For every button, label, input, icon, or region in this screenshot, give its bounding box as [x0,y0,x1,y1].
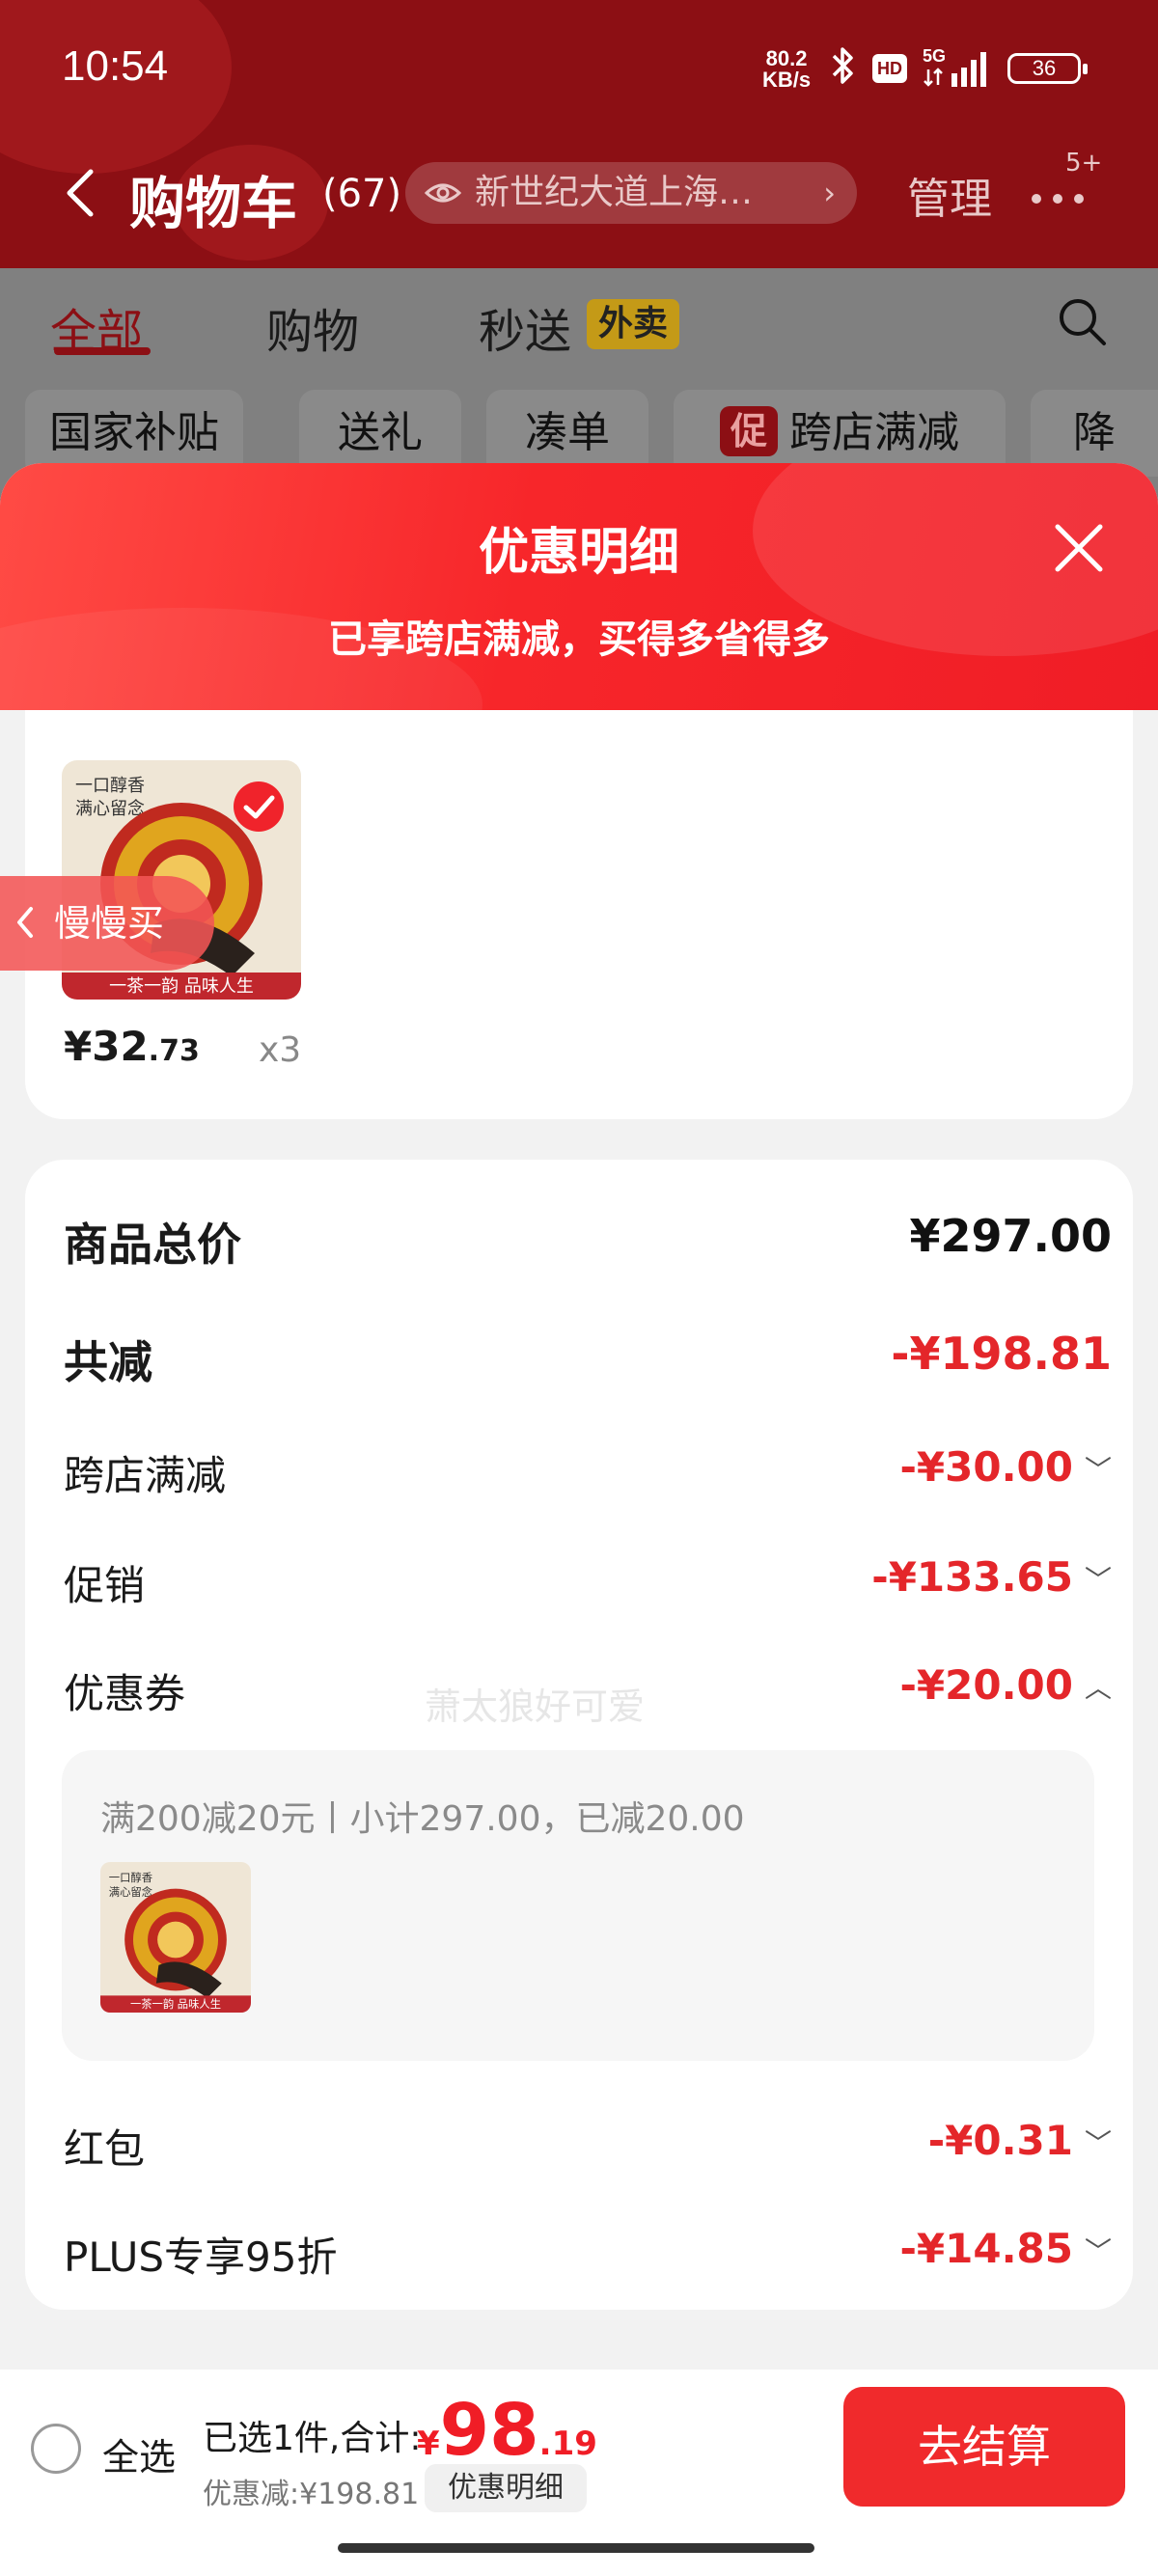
product-price: ¥32.73 [64,1023,200,1070]
coupon-detail: 满200减20元丨小计297.00，已减20.00 一口醇香 满心留念 一茶一韵… [62,1750,1094,2061]
watermark: 萧太狼好可爱 [425,1685,646,1728]
total-reduction-label: 共减 [64,1336,152,1388]
discount-row[interactable]: 红包 -¥0.31 ﹀ [64,2117,1112,2175]
discount-row[interactable]: 促销 -¥133.65 ﹀ [64,1553,1112,1611]
waimai-badge: 外卖 [587,299,679,349]
coupon-product-image: 一口醇香 满心留念 一茶一韵 品味人生 [100,1862,251,2013]
sheet-title: 优惠明细 [478,524,679,582]
manage-button[interactable]: 管理 [907,164,992,226]
discount-value: -¥30.00 [899,1443,1073,1491]
checkout-bar: 全选 已选1件,合计: ¥98.19 优惠减:¥198.81 优惠明细 去结算 [0,2370,1158,2576]
discount-value: -¥133.65 [871,1553,1073,1601]
discount-detail-button[interactable]: 优惠明细 [425,2464,587,2512]
net-speed-value: 80.2 [765,46,808,70]
svg-text:一茶一韵 品味人生: 一茶一韵 品味人生 [109,976,254,997]
more-icon[interactable] [1029,179,1087,208]
page-title: 购物车 [129,171,298,236]
svg-text:5G: 5G [923,46,946,66]
signal-icon: 5G [923,46,986,87]
eye-icon [425,183,461,203]
product-quantity: x3 [259,1030,302,1070]
sheet-subtitle: 已享跨店满减，买得多省得多 [328,617,830,662]
net-speed: 80.2 KB/s [762,48,811,91]
svg-text:一口醇香: 一口醇香 [109,1871,152,1884]
address-text: 新世纪大道上海… [475,173,754,212]
close-icon[interactable] [1052,521,1106,575]
cart-tabs: 全部 购物 秒送 [0,268,1158,380]
chevron-up-icon: ︿ [1084,1672,1112,1704]
discount-value: -¥0.31 [927,2117,1073,2164]
subtotal-value: ¥297.00 [909,1210,1112,1262]
chevron-down-icon: ﹀ [1084,2127,1112,2159]
selected-info: 已选1件,合计: [203,2419,422,2458]
tab-shopping[interactable]: 购物 [266,293,359,361]
chip-cross-store-label: 跨店满减 [789,408,959,457]
net-speed-unit: KB/s [762,68,812,92]
tab-instant[interactable]: 秒送 [479,293,571,361]
bluetooth-icon [832,47,853,84]
back-icon[interactable] [62,166,100,220]
discount-detail-sheet: 优惠明细 已享跨店满减，买得多省得多 一口醇香 满心留念 一茶一韵 品味人生 ¥… [0,463,1158,2576]
subtotal-row: 商品总价 ¥297.00 [64,1210,1112,1271]
status-bar: 10:54 80.2 KB/s HD 5G 36 [0,0,1158,145]
battery-indicator: 36 [1007,53,1088,84]
svg-text:满心留念: 满心留念 [75,798,145,819]
total-reduction-row: 共减 -¥198.81 [64,1328,1112,1388]
discount-row[interactable]: 跨店满减 -¥30.00 ﹀ [64,1443,1112,1501]
svg-text:一口醇香: 一口醇香 [75,776,145,796]
total-reduction-value: -¥198.81 [891,1328,1112,1380]
discount-value: -¥20.00 [899,1661,1073,1709]
select-all-radio[interactable] [31,2424,81,2474]
chevron-down-icon: ﹀ [1084,1564,1112,1596]
subtotal-label: 商品总价 [64,1219,241,1271]
discount-label: 优惠券 [64,1670,186,1717]
coupon-detail-text: 满200减20元丨小计297.00，已减20.00 [100,1799,745,1839]
home-indicator[interactable] [338,2543,814,2553]
chevron-left-icon [17,907,33,938]
address-selector[interactable]: 新世纪大道上海… › [405,162,857,224]
slow-buy-label: 慢慢买 [54,902,165,945]
search-icon[interactable] [1056,295,1108,347]
select-all-label[interactable]: 全选 [102,2427,176,2480]
checkmark-icon [234,781,284,832]
chevron-down-icon: ﹀ [1084,2235,1112,2267]
discount-label: PLUS专享95折 [64,2233,338,2281]
active-tab-indicator [54,347,151,355]
total-currency: ¥ [417,2425,440,2463]
product-price-dec: .73 [148,1034,200,1068]
discount-label: 跨店满减 [64,1452,227,1499]
checkout-button[interactable]: 去结算 [843,2387,1125,2507]
order-total: ¥98.19 [417,2389,597,2472]
chevron-down-icon: ﹀ [1084,1454,1112,1486]
slow-buy-tab[interactable]: 慢慢买 [0,876,214,971]
saved-amount: 优惠减:¥198.81 [203,2478,420,2511]
clock: 10:54 [62,42,169,90]
message-badge: 5+ [1065,149,1103,178]
discount-label: 红包 [64,2125,146,2173]
cart-count: (67) [322,172,402,216]
discount-value: -¥14.85 [899,2225,1073,2272]
price-breakdown-card: 商品总价 ¥297.00 共减 -¥198.81 跨店满减 -¥30.00 ﹀ … [25,1160,1133,2310]
discount-label: 促销 [64,1562,146,1609]
hd-badge: HD [872,54,907,83]
sheet-header: 优惠明细 已享跨店满减，买得多省得多 [0,463,1158,801]
cart-nav-bar: 购物车 (67) 新世纪大道上海… › 管理 5+ [0,145,1158,241]
promo-icon: 促 [720,406,778,456]
discount-row[interactable]: PLUS专享95折 -¥14.85 ﹀ [64,2225,1112,2283]
total-int: 98 [439,2389,539,2472]
svg-text:一茶一韵 品味人生: 一茶一韵 品味人生 [130,1997,221,2011]
total-dec: .19 [538,2425,597,2463]
cart-header: 10:54 80.2 KB/s HD 5G 36 购物车 (67) 新世纪大道上… [0,0,1158,268]
svg-text:满心留念: 满心留念 [109,1885,152,1899]
product-price-int: ¥32 [64,1023,149,1070]
chevron-right-icon: › [823,175,836,211]
